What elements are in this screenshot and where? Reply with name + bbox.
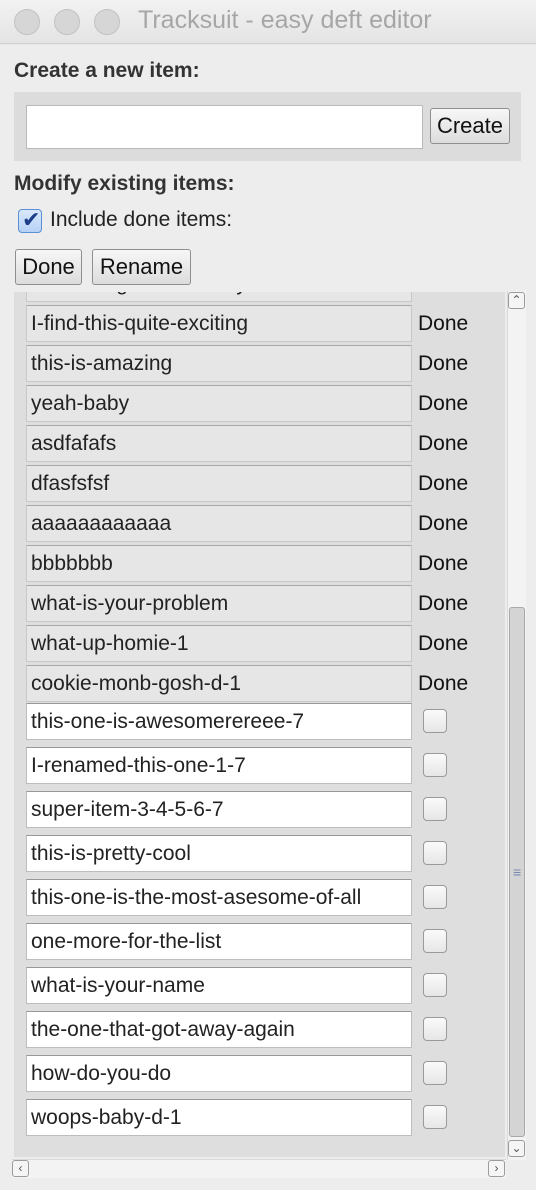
new-item-input[interactable] (26, 105, 423, 149)
open-item-row (14, 1098, 505, 1142)
done-item-name[interactable]: what-is-your-problem (26, 585, 412, 622)
done-status-label: Done (418, 312, 469, 335)
done-item-name[interactable]: bbbbbbb (26, 545, 412, 582)
create-panel: Create (14, 92, 521, 161)
done-status-label: Done (418, 432, 469, 455)
item-name-input[interactable] (26, 835, 412, 872)
done-item-row: I-find-this-quite-exciting Done (14, 302, 505, 342)
main-content: Create a new item: Create Modify existin… (0, 45, 536, 1190)
item-done-checkbox[interactable] (423, 797, 447, 821)
item-done-checkbox[interactable] (423, 709, 447, 733)
title-bar: Tracksuit - easy deft editor (0, 0, 536, 44)
open-item-row (14, 746, 505, 790)
done-item-row: bbbbbbb Done (14, 542, 505, 582)
done-status-label: Done (418, 352, 469, 375)
done-status-label: Done (418, 672, 469, 695)
open-item-row (14, 790, 505, 834)
done-item-row: asdfafafs Done (14, 422, 505, 462)
done-item-name[interactable]: cookie-monb-gosh-d-1 (26, 665, 412, 702)
done-status-label: Done (418, 512, 469, 535)
done-item-row: yeah-baby Done (14, 382, 505, 422)
done-item-row: dfasfsfsf Done (14, 462, 505, 502)
done-item-row: cookie-monb-gosh-d-1 Done (14, 662, 505, 702)
item-done-checkbox[interactable] (423, 841, 447, 865)
items-list-content: something-more-to-sayDoneI-find-this-qui… (14, 292, 505, 1142)
item-done-checkbox[interactable] (423, 885, 447, 909)
include-done-label: Include done items: (50, 208, 233, 231)
done-item-name[interactable]: asdfafafs (26, 425, 412, 462)
chevron-down-icon[interactable]: ⌄ (508, 1140, 525, 1157)
vertical-scroll-thumb[interactable]: ≡ (509, 607, 525, 1137)
done-item-name[interactable]: something-more-to-say (26, 292, 412, 302)
open-item-row (14, 1054, 505, 1098)
create-button[interactable]: Create (430, 108, 510, 144)
checkmark-icon: ✔ (22, 207, 41, 232)
done-item-name[interactable]: what-up-homie-1 (26, 625, 412, 662)
open-item-row (14, 966, 505, 1010)
vertical-scrollbar[interactable]: ⌃ ≡ ⌄ (507, 291, 526, 1160)
done-button[interactable]: Done (15, 249, 82, 285)
done-status-label: Done (418, 292, 468, 302)
chevron-right-icon[interactable]: › (488, 1160, 505, 1177)
horizontal-scrollbar[interactable]: ‹ › (12, 1159, 506, 1178)
item-name-input[interactable] (26, 967, 412, 1004)
zoom-icon[interactable] (94, 9, 120, 35)
done-item-name[interactable]: yeah-baby (26, 385, 412, 422)
item-done-checkbox[interactable] (423, 1105, 447, 1129)
close-icon[interactable] (14, 9, 40, 35)
done-item-name[interactable]: I-find-this-quite-exciting (26, 305, 412, 342)
chevron-left-icon[interactable]: ‹ (12, 1160, 29, 1177)
done-item-name[interactable]: this-is-amazing (26, 345, 412, 382)
item-done-checkbox[interactable] (423, 753, 447, 777)
chevron-up-icon[interactable]: ⌃ (508, 292, 525, 309)
grip-icon: ≡ (513, 864, 522, 880)
create-heading: Create a new item: (14, 59, 200, 82)
item-done-checkbox[interactable] (423, 973, 447, 997)
include-done-checkbox[interactable]: ✔ (18, 207, 42, 233)
item-name-input[interactable] (26, 747, 412, 784)
done-status-label: Done (418, 552, 469, 575)
done-item-row: what-up-homie-1 Done (14, 622, 505, 662)
open-item-row (14, 834, 505, 878)
rename-button[interactable]: Rename (92, 249, 191, 285)
item-done-checkbox[interactable] (423, 1061, 447, 1085)
done-item-row: something-more-to-say Done (14, 292, 505, 302)
item-name-input[interactable] (26, 1055, 412, 1092)
done-item-name[interactable]: aaaaaaaaaaaa (26, 505, 412, 542)
items-list[interactable]: something-more-to-sayDoneI-find-this-qui… (14, 292, 505, 1157)
done-item-row: this-is-amazing Done (14, 342, 505, 382)
item-done-checkbox[interactable] (423, 929, 447, 953)
window-title: Tracksuit - easy deft editor (138, 6, 432, 34)
open-item-row (14, 922, 505, 966)
modify-heading: Modify existing items: (14, 172, 235, 195)
done-item-name[interactable]: dfasfsfsf (26, 465, 412, 502)
open-item-row (14, 1010, 505, 1054)
item-name-input[interactable] (26, 791, 412, 828)
item-done-checkbox[interactable] (423, 1017, 447, 1041)
item-name-input[interactable] (26, 923, 412, 960)
done-status-label: Done (418, 592, 469, 615)
done-item-row: what-is-your-problem Done (14, 582, 505, 622)
minimize-icon[interactable] (54, 9, 80, 35)
done-status-label: Done (418, 632, 469, 655)
item-name-input[interactable] (26, 879, 412, 916)
item-name-input[interactable] (26, 703, 412, 740)
done-item-row: aaaaaaaaaaaa Done (14, 502, 505, 542)
done-status-label: Done (418, 392, 469, 415)
item-name-input[interactable] (26, 1011, 412, 1048)
done-status-label: Done (418, 472, 469, 495)
item-name-input[interactable] (26, 1099, 412, 1136)
open-item-row (14, 702, 505, 746)
open-item-row (14, 878, 505, 922)
